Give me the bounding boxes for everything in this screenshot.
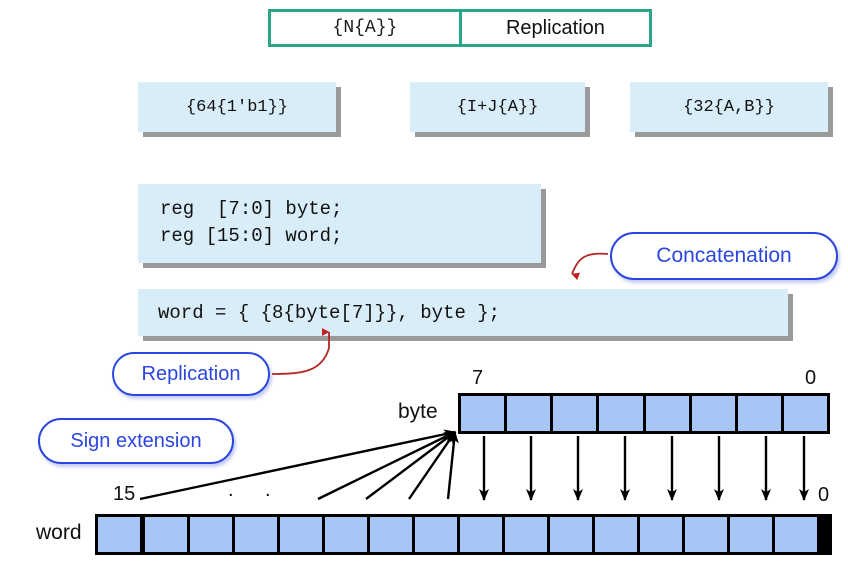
word-bit-4 — [595, 517, 637, 552]
ellipsis-dot-1: . — [228, 479, 234, 501]
fan-arrow-3 — [365, 431, 456, 500]
byte-msb-index: 7 — [472, 367, 484, 389]
replication-syntax-table: {N{A}} Replication — [268, 9, 652, 47]
byte-bit-5 — [553, 396, 597, 431]
expression-code-box: word = { {8{byte[7]}}, byte }; — [138, 289, 788, 336]
example-box-1: {64{1'b1}} — [138, 82, 336, 132]
byte-to-word-arrows — [479, 436, 809, 501]
byte-bit-4 — [599, 396, 643, 431]
word-register — [95, 514, 832, 555]
word-bit-2 — [685, 517, 727, 552]
byte-bit-2 — [691, 396, 735, 431]
byte-bit-7 — [461, 396, 505, 431]
word-bit-9 — [370, 517, 412, 552]
word-bit-7 — [460, 517, 502, 552]
example-box-3: {32{A,B}} — [630, 82, 828, 132]
byte-bit-0 — [783, 396, 827, 431]
fan-arrow-2 — [317, 430, 456, 501]
byte-bit-1 — [737, 396, 781, 431]
word-bit-3 — [640, 517, 682, 552]
word-msb-index: 15 — [113, 483, 136, 505]
fan-arrow-4 — [408, 431, 456, 500]
byte-bit-6 — [507, 396, 551, 431]
example-box-2: {I+J{A}} — [410, 82, 585, 132]
word-lsb-index: 0 — [818, 484, 830, 506]
word-bit-11 — [280, 517, 322, 552]
word-bit-8 — [415, 517, 457, 552]
byte-register-label: byte — [398, 400, 438, 423]
replication-syntax-cell: {N{A}} — [271, 12, 462, 44]
byte-lsb-index: 0 — [805, 367, 817, 389]
word-bit-13 — [190, 517, 232, 552]
word-bit-1 — [730, 517, 772, 552]
ellipsis-dot-2: . — [265, 479, 271, 501]
declaration-code-box: reg [7:0] byte; reg [15:0] word; — [138, 184, 541, 263]
fan-arrow-5 — [446, 431, 459, 500]
byte-register — [458, 393, 830, 434]
word-register-label: word — [36, 521, 82, 544]
word-bit-0 — [775, 517, 817, 552]
word-bit-14 — [145, 517, 187, 552]
callout-sign-extension: Sign extension — [38, 418, 234, 464]
replication-meaning-cell: Replication — [505, 16, 605, 39]
concatenation-connector — [571, 252, 609, 281]
word-bit-5 — [550, 517, 592, 552]
callout-replication: Replication — [112, 352, 270, 396]
word-bit-12 — [235, 517, 277, 552]
word-bit-6 — [505, 517, 547, 552]
word-bit-15 — [98, 517, 140, 552]
byte-bit-3 — [645, 396, 689, 431]
replication-connector — [271, 328, 330, 375]
callout-concatenation: Concatenation — [610, 232, 838, 280]
slide-canvas: {N{A}} Replication {64{1'b1}} {I+J{A}} {… — [0, 0, 848, 564]
word-bit-10 — [325, 517, 367, 552]
